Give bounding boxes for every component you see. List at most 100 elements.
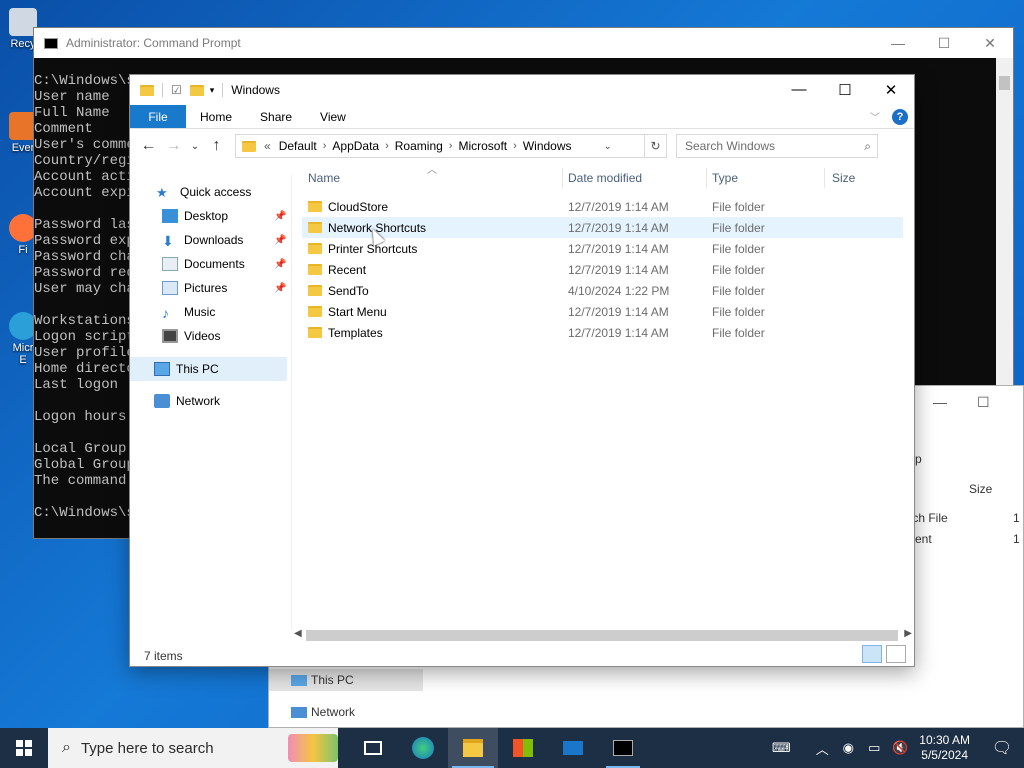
chevron-up-icon[interactable]: ︿ (811, 739, 833, 758)
clock-date: 5/5/2024 (921, 748, 968, 762)
breadcrumb-item[interactable]: Microsoft (458, 139, 507, 153)
breadcrumb-item[interactable]: Default (279, 139, 317, 153)
taskbar-file-explorer[interactable] (448, 728, 498, 768)
list-item[interactable]: Recent 12/7/2019 1:14 AM File folder (302, 259, 903, 280)
documents-icon (162, 257, 178, 271)
breadcrumb-item[interactable]: Windows (523, 139, 572, 153)
taskbar-apps (348, 728, 648, 768)
taskbar-edge[interactable] (398, 728, 448, 768)
size-column-header[interactable]: Size (969, 482, 992, 496)
tab-file[interactable]: File (130, 105, 186, 128)
taskbar-search-placeholder[interactable]: Type here to search (81, 740, 214, 757)
minimize-icon[interactable]: — (776, 81, 822, 99)
search-placeholder[interactable]: Search Windows (685, 139, 775, 153)
properties-icon[interactable]: ☑ (171, 83, 182, 97)
nav-network[interactable]: Network (291, 705, 355, 719)
refresh-icon[interactable]: ↻ (643, 135, 666, 157)
taskbar-mail[interactable] (548, 728, 598, 768)
list-item[interactable]: Templates 12/7/2019 1:14 AM File folder (302, 322, 903, 343)
row-type-fragment: ent (915, 532, 932, 546)
nav-pictures[interactable]: Pictures 📌 (162, 277, 292, 299)
nav-network[interactable]: Network (154, 390, 220, 412)
chevron-right-icon[interactable]: › (385, 140, 389, 152)
nav-this-pc[interactable]: This PC (291, 673, 354, 687)
column-divider[interactable] (562, 168, 563, 188)
close-icon[interactable]: ✕ (967, 35, 1013, 52)
pin-icon[interactable]: 📌 (274, 211, 286, 222)
column-divider[interactable] (824, 168, 825, 188)
scroll-right-icon[interactable]: ▶ (904, 628, 912, 639)
breadcrumb-overflow[interactable]: « (264, 139, 271, 153)
volume-muted-icon[interactable]: 🔇 (889, 740, 911, 756)
tab-share[interactable]: Share (246, 105, 306, 128)
recent-locations-icon[interactable]: ⌄ (186, 141, 204, 152)
folder-icon (308, 222, 322, 233)
nav-desktop[interactable]: Desktop 📌 (162, 205, 292, 227)
list-item[interactable]: Printer Shortcuts 12/7/2019 1:14 AM File… (302, 238, 903, 259)
back-arrow-icon[interactable]: ← (136, 137, 161, 155)
tab-home[interactable]: Home (186, 105, 246, 128)
details-view-icon[interactable] (862, 645, 882, 663)
keyboard-icon[interactable]: ⌨ (767, 740, 795, 756)
explorer-titlebar[interactable]: ☑ ▾ Windows — ☐ ✕ (130, 75, 914, 105)
search-box[interactable]: Search Windows ⌕ (676, 134, 878, 158)
meet-now-icon[interactable]: ◉ (837, 740, 859, 756)
column-header-name[interactable]: Name (308, 171, 340, 185)
large-icons-view-icon[interactable] (886, 645, 906, 663)
scroll-left-icon[interactable]: ◀ (294, 628, 302, 639)
cmd-titlebar[interactable]: Administrator: Command Prompt — ☐ ✕ (34, 28, 1013, 58)
clock[interactable]: 10:30 AM 5/5/2024 (919, 733, 970, 763)
nav-documents[interactable]: Documents 📌 (162, 253, 292, 275)
nav-this-pc[interactable]: This PC (154, 358, 219, 380)
breadcrumb-item[interactable]: Roaming (395, 139, 443, 153)
taskbar-store[interactable] (498, 728, 548, 768)
minimize-icon[interactable]: — (875, 35, 921, 52)
nav-videos[interactable]: Videos (162, 325, 220, 347)
help-icon[interactable]: ? (892, 108, 908, 125)
chevron-down-icon[interactable]: ⌄ (601, 141, 615, 152)
nav-music[interactable]: ♪ Music (162, 301, 215, 323)
list-item[interactable]: SendTo 4/10/2024 1:22 PM File folder (302, 280, 903, 301)
search-highlight-icon[interactable] (288, 734, 338, 762)
list-item[interactable]: Network Shortcuts 12/7/2019 1:14 AM File… (302, 217, 903, 238)
chevron-right-icon[interactable]: › (513, 140, 517, 152)
column-divider[interactable] (706, 168, 707, 188)
taskbar-search-box[interactable]: ⌕ Type here to search (48, 728, 338, 768)
list-item[interactable]: CloudStore 12/7/2019 1:14 AM File folder (302, 196, 903, 217)
maximize-icon[interactable]: ☐ (977, 394, 990, 411)
breadcrumb-item[interactable]: AppData (332, 139, 379, 153)
new-folder-icon[interactable] (189, 84, 204, 96)
address-bar[interactable]: « Default › AppData › Roaming › Microsof… (235, 134, 667, 158)
nav-quick-access[interactable]: ★ Quick access (156, 181, 251, 203)
notification-icon[interactable]: 🗨 (980, 738, 1024, 758)
column-header-size[interactable]: Size (832, 171, 855, 185)
search-icon[interactable]: ⌕ (864, 139, 871, 154)
chevron-right-icon[interactable]: › (323, 140, 327, 152)
tab-view[interactable]: View (306, 105, 360, 128)
navigation-pane[interactable]: ★ Quick access Desktop 📌 ⬇ Downloads 📌 D… (130, 175, 292, 630)
nav-downloads[interactable]: ⬇ Downloads 📌 (162, 229, 292, 251)
network-icon[interactable]: ▭ (863, 740, 885, 756)
column-header-date[interactable]: Date modified (568, 171, 642, 185)
forward-arrow-icon[interactable]: → (161, 137, 186, 155)
horizontal-scrollbar[interactable]: ◀ ▶ (292, 628, 916, 642)
scroll-thumb[interactable] (306, 630, 898, 641)
close-icon[interactable]: ✕ (868, 81, 914, 99)
task-view-button[interactable] (348, 728, 398, 768)
taskbar-command-prompt[interactable] (598, 728, 648, 768)
list-item[interactable]: Start Menu 12/7/2019 1:14 AM File folder (302, 301, 903, 322)
column-header-type[interactable]: Type (712, 171, 738, 185)
expand-ribbon-icon[interactable]: ﹀ (870, 109, 880, 124)
pin-icon[interactable]: 📌 (274, 283, 286, 294)
minimize-icon[interactable]: — (933, 394, 947, 410)
up-arrow-icon[interactable]: ↑ (204, 137, 229, 155)
cmd-scroll-thumb[interactable] (999, 76, 1010, 90)
chevron-right-icon[interactable]: › (449, 140, 453, 152)
pin-icon[interactable]: 📌 (274, 235, 286, 246)
pin-icon[interactable]: 📌 (274, 259, 286, 270)
file-explorer-window[interactable]: ☑ ▾ Windows — ☐ ✕ File Home Share View ﹀… (129, 74, 915, 667)
maximize-icon[interactable]: ☐ (822, 81, 868, 99)
start-button[interactable] (0, 728, 48, 768)
maximize-icon[interactable]: ☐ (921, 35, 967, 52)
customize-toolbar-icon[interactable]: ▾ (210, 85, 215, 96)
